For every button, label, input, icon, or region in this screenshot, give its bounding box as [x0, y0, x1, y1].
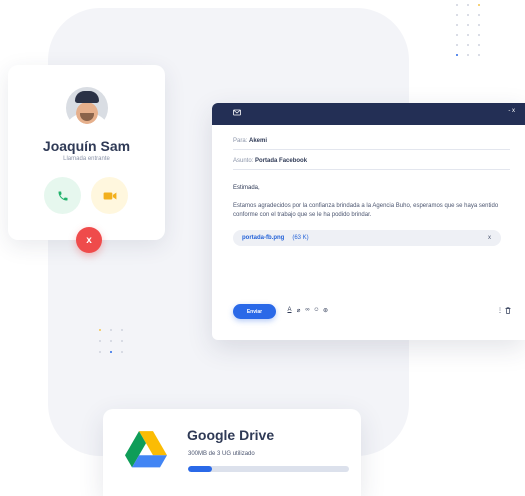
caller-name: Joaquín Sam	[42, 138, 131, 154]
more-options-icon[interactable]: ⋮	[497, 307, 503, 314]
decorative-dots-top	[456, 4, 480, 56]
avatar-beard	[80, 113, 94, 121]
email-greeting: Estimada,	[233, 185, 260, 191]
trash-icon[interactable]	[505, 307, 511, 314]
to-value: Akemi	[249, 138, 268, 144]
google-drive-card: Google Drive 300MB de 3 UG utilizado	[103, 409, 361, 496]
attachment-size: (63 K)	[292, 235, 309, 241]
drive-usage-text: 300MB de 3 UG utilizado	[188, 451, 255, 457]
drive-title: Google Drive	[187, 427, 275, 443]
email-body[interactable]: Estamos agradecidos por la confianza bri…	[233, 202, 508, 220]
email-compose-window: - x Para: Akemi Asunto: Portada Facebook…	[212, 103, 525, 340]
google-drive-icon	[125, 431, 167, 468]
to-label: Para:	[233, 138, 248, 144]
call-status: Llamada entrante	[63, 156, 110, 162]
avatar-cap	[75, 91, 99, 103]
email-header: - x	[212, 103, 525, 125]
to-field[interactable]: Para: Akemi	[233, 138, 510, 150]
video-camera-icon	[103, 192, 116, 199]
hangup-button[interactable]: x	[76, 227, 102, 253]
drive-icon[interactable]: ⊛	[322, 307, 329, 314]
incoming-call-card: Joaquín Sam Llamada entrante	[8, 65, 165, 240]
attach-icon[interactable]: ⌀	[295, 307, 302, 314]
phone-icon	[58, 191, 67, 200]
emoji-icon[interactable]: ☺	[313, 307, 320, 314]
accept-call-button[interactable]	[44, 177, 81, 214]
window-controls[interactable]: - x	[508, 108, 515, 114]
compose-toolbar: A ⌀ ∞ ☺ ⊛	[286, 307, 329, 314]
subject-value: Portada Facebook	[255, 158, 308, 164]
send-button[interactable]: Enviar	[233, 304, 276, 319]
decorative-dots-left	[99, 329, 123, 353]
link-icon[interactable]: ∞	[304, 307, 311, 314]
attachment-chip[interactable]: portada-fb.png (63 K) x	[233, 230, 501, 246]
mail-icon	[233, 109, 241, 116]
video-call-button[interactable]	[91, 177, 128, 214]
subject-field[interactable]: Asunto: Portada Facebook	[233, 158, 510, 170]
caller-avatar	[66, 87, 108, 129]
compose-more-actions: ⋮	[497, 307, 511, 314]
remove-attachment-button[interactable]: x	[488, 235, 491, 241]
subject-label: Asunto:	[233, 158, 254, 164]
text-format-icon[interactable]: A	[286, 307, 293, 314]
attachment-name: portada-fb.png	[242, 235, 285, 241]
storage-progress-fill	[188, 466, 213, 472]
storage-progress-bar	[188, 466, 349, 472]
